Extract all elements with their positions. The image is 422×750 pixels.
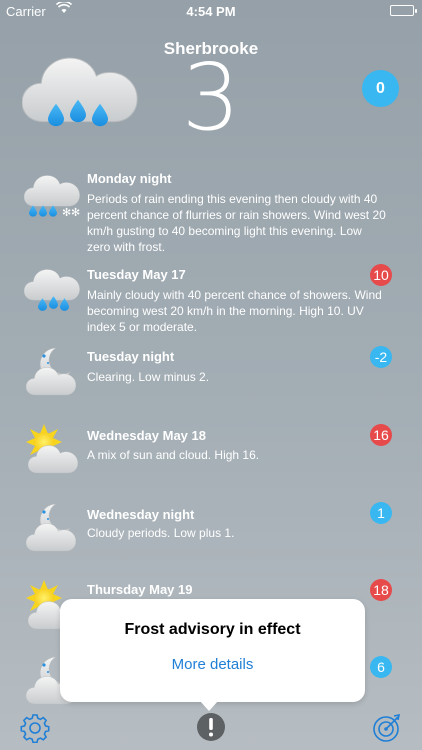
forecast-text: Clearing. Low minus 2. (87, 370, 210, 384)
battery-icon (390, 5, 417, 16)
forecast-temperature-badge: 18 (370, 579, 392, 601)
forecast-temperature-badge: 16 (370, 424, 392, 446)
moon-cloud-icon (24, 346, 82, 400)
forecast-temperature-badge: 10 (370, 264, 392, 286)
forecast-title: Thursday May 19 (87, 582, 193, 597)
current-temperature: 3 (181, 44, 241, 151)
moon-cloud-icon (24, 502, 82, 556)
forecast-temperature-badge: 1 (370, 502, 392, 524)
forecast-text: Periods of rain ending this evening then… (87, 192, 386, 254)
forecast-temperature-badge: -2 (370, 346, 392, 368)
radar-icon[interactable] (372, 713, 402, 743)
status-time: 4:54 PM (186, 4, 236, 19)
forecast-text: Mainly cloudy with 40 percent chance of … (87, 288, 382, 334)
cloud-rain-icon (24, 266, 82, 320)
status-bar: Carrier 4:54 PM (0, 0, 422, 22)
forecast-title: Monday night (87, 171, 172, 186)
forecast-title: Tuesday May 17 (87, 267, 186, 282)
alert-popup: Frost advisory in effect More details (60, 599, 365, 711)
bottom-toolbar (0, 705, 422, 750)
sun-cloud-icon (24, 424, 82, 478)
exclamation-icon[interactable] (196, 712, 226, 742)
forecast-title: Wednesday night (87, 507, 195, 522)
header-temperature-badge: 0 (362, 70, 399, 107)
more-details-link[interactable]: More details (60, 656, 365, 673)
forecast-text: Cloudy periods. Low plus 1. (87, 526, 235, 540)
svg-text:✻: ✻ (62, 206, 71, 219)
cloud-rain-snow-icon: ✻ ✻ (24, 172, 82, 226)
forecast-temperature-badge: 6 (370, 656, 392, 678)
forecast-text: A mix of sun and cloud. High 16. (87, 448, 260, 462)
svg-text:✻: ✻ (71, 206, 80, 219)
gear-icon[interactable] (20, 713, 50, 744)
forecast-title: Wednesday May 18 (87, 428, 206, 443)
forecast-title: Tuesday night (87, 349, 175, 364)
alert-popup-title: Frost advisory in effect (124, 621, 301, 638)
